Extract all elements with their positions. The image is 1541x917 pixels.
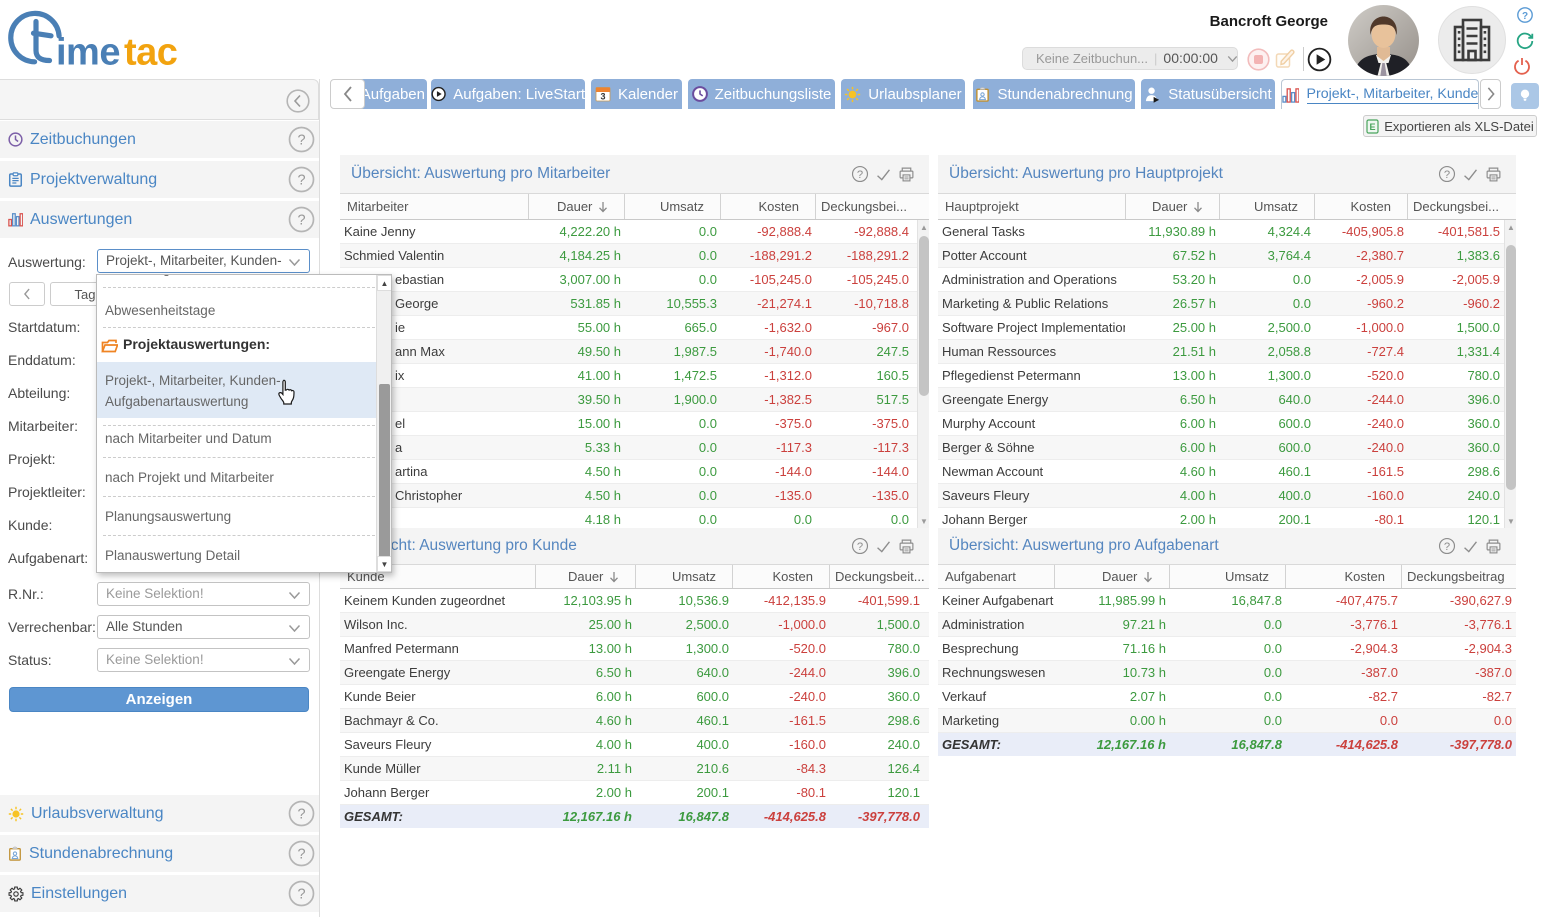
svg-text:?: ?: [1444, 541, 1450, 553]
svg-text:?: ?: [1444, 169, 1450, 181]
svg-text:?: ?: [857, 541, 863, 553]
svg-text:?: ?: [297, 173, 305, 189]
svg-text:?: ?: [297, 807, 305, 823]
svg-text:?: ?: [297, 133, 305, 149]
svg-text:?: ?: [297, 887, 305, 903]
svg-text:?: ?: [1522, 11, 1528, 22]
svg-text:tac: tac: [124, 32, 178, 74]
svg-text:?: ?: [297, 847, 305, 863]
svg-text:3: 3: [600, 92, 605, 102]
svg-text:?: ?: [857, 169, 863, 181]
svg-text:ime: ime: [56, 32, 120, 74]
svg-text:?: ?: [297, 213, 305, 229]
svg-text:E: E: [1370, 122, 1376, 132]
